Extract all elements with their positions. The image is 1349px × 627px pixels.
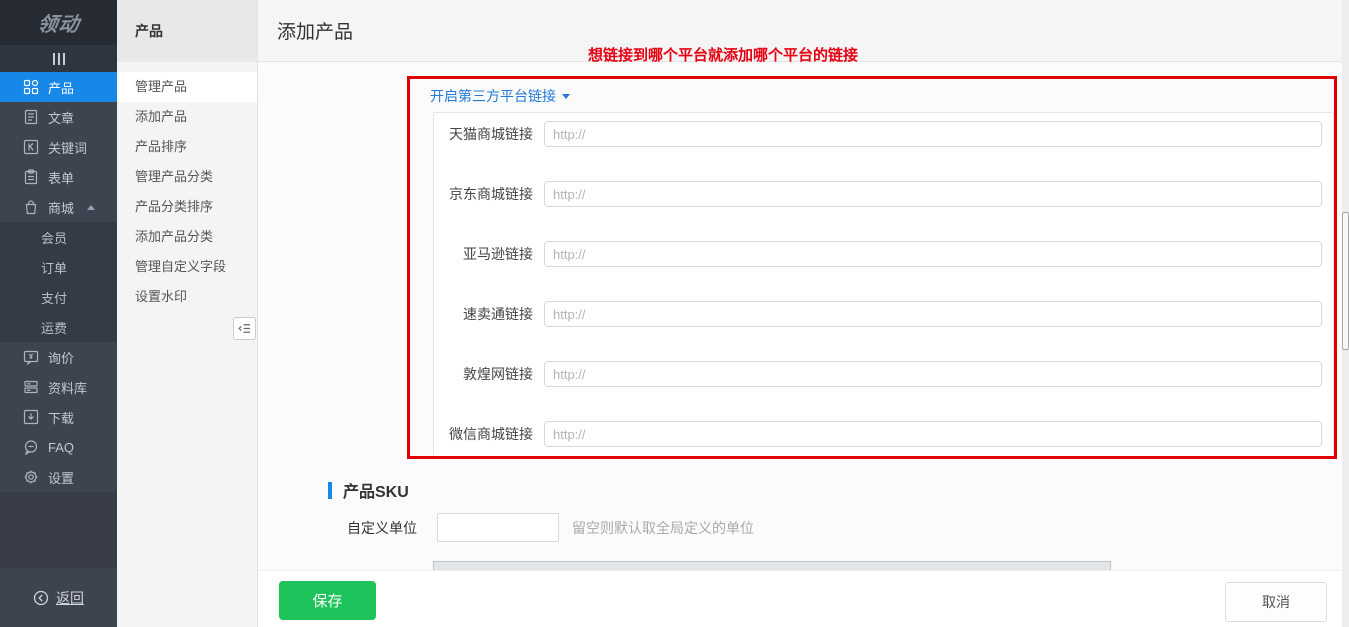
secondary-sidebar: 产品 管理产品 添加产品 产品排序 管理产品分类 产品分类排序 添加产品分类 管… xyxy=(117,0,258,627)
sidebar-subitem-shipping[interactable]: 运费 xyxy=(0,312,117,342)
jd-link-label: 京东商城链接 xyxy=(434,184,533,204)
submenu-item-category-sort[interactable]: 产品分类排序 xyxy=(117,192,257,222)
faq-bubble-icon xyxy=(23,439,39,455)
third-party-links-panel: 天猫商城链接 京东商城链接 亚马逊链接 速卖通链接 敦煌网链接 微信商城链接 xyxy=(433,112,1334,457)
tmall-link-label: 天猫商城链接 xyxy=(434,124,533,144)
sidebar-spacer xyxy=(0,492,117,568)
mall-bag-icon xyxy=(23,199,39,215)
caret-up-icon xyxy=(87,205,95,210)
aliexpress-link-label: 速卖通链接 xyxy=(434,304,533,324)
article-icon xyxy=(23,109,39,125)
logo-text: 领动 xyxy=(35,8,81,37)
caret-down-icon xyxy=(562,94,570,99)
keyword-icon xyxy=(23,139,39,155)
save-button[interactable]: 保存 xyxy=(279,581,376,620)
tmall-link-input[interactable] xyxy=(544,121,1322,147)
collapse-bars-icon xyxy=(53,53,55,65)
sidebar-item-library[interactable]: 资料库 xyxy=(0,372,117,402)
submenu-item-product-sort[interactable]: 产品排序 xyxy=(117,132,257,162)
submenu-item-watermark[interactable]: 设置水印 xyxy=(117,282,257,312)
sidebar-bottom: 返回 xyxy=(0,568,117,627)
back-circle-icon xyxy=(33,590,49,606)
app-logo: 领动 xyxy=(0,0,117,45)
page-scrollbar[interactable] xyxy=(1342,0,1349,627)
action-footer: 保存 取消 xyxy=(258,571,1349,627)
sidebar-item-articles[interactable]: 文章 xyxy=(0,102,117,132)
field-row: 天猫商城链接 xyxy=(434,121,1322,147)
sidebar-item-mall[interactable]: 商城 xyxy=(0,192,117,222)
sidebar-item-label: FAQ xyxy=(48,440,74,455)
wechat-link-label: 微信商城链接 xyxy=(434,424,533,444)
amazon-link-label: 亚马逊链接 xyxy=(434,244,533,264)
sidebar-item-label: 设置 xyxy=(48,468,74,487)
sidebar-item-label: 资料库 xyxy=(48,378,87,397)
wechat-link-input[interactable] xyxy=(544,421,1322,447)
download-icon xyxy=(23,409,39,425)
dhgate-link-label: 敦煌网链接 xyxy=(434,364,533,384)
back-label: 返回 xyxy=(56,588,84,608)
submenu-item-add-category[interactable]: 添加产品分类 xyxy=(117,222,257,252)
gear-icon xyxy=(23,469,39,485)
annotation-text: 想链接到哪个平台就添加哪个平台的链接 xyxy=(588,44,858,65)
sidebar-item-inquiry[interactable]: 询价 xyxy=(0,342,117,372)
custom-unit-hint: 留空则默认取全局定义的单位 xyxy=(572,518,754,538)
submenu-item-custom-fields[interactable]: 管理自定义字段 xyxy=(117,252,257,282)
back-button[interactable]: 返回 xyxy=(33,588,84,608)
primary-sidebar: 领动 产品 文章 关键词 表单 商城 xyxy=(0,0,117,627)
amazon-link-input[interactable] xyxy=(544,241,1322,267)
sidebar-item-label: 表单 xyxy=(48,168,74,187)
sidebar-subitem-payment[interactable]: 支付 xyxy=(0,282,117,312)
main-content: 添加产品 想链接到哪个平台就添加哪个平台的链接 开启第三方平台链接 天猫商城链接… xyxy=(258,0,1349,627)
sidebar-item-label: 下载 xyxy=(48,408,74,427)
outdent-icon xyxy=(237,321,252,336)
submenu-item-manage-products[interactable]: 管理产品 xyxy=(117,72,257,102)
sidebar-item-keywords[interactable]: 关键词 xyxy=(0,132,117,162)
custom-unit-input[interactable] xyxy=(437,513,559,542)
primary-nav: 产品 文章 关键词 表单 商城 会员 订单 支付 xyxy=(0,72,117,492)
field-row: 速卖通链接 xyxy=(434,301,1322,327)
field-row: 微信商城链接 xyxy=(434,421,1322,447)
submenu-title: 产品 xyxy=(117,0,257,62)
sidebar-item-faq[interactable]: FAQ xyxy=(0,432,117,462)
submenu-collapse-button[interactable] xyxy=(233,317,256,340)
form-icon xyxy=(23,169,39,185)
submenu-item-add-product[interactable]: 添加产品 xyxy=(117,102,257,132)
mall-submenu: 会员 订单 支付 运费 xyxy=(0,222,117,342)
submenu-item-manage-categories[interactable]: 管理产品分类 xyxy=(117,162,257,192)
aliexpress-link-input[interactable] xyxy=(544,301,1322,327)
inquiry-bubble-icon xyxy=(23,349,39,365)
sidebar-collapse-toggle[interactable] xyxy=(0,45,117,72)
sidebar-item-products[interactable]: 产品 xyxy=(0,72,117,102)
library-icon xyxy=(23,379,39,395)
third-party-toggle-label: 开启第三方平台链接 xyxy=(430,86,556,106)
sidebar-item-label: 询价 xyxy=(48,348,74,367)
sku-section-header: 产品SKU xyxy=(328,478,409,502)
custom-unit-label: 自定义单位 xyxy=(318,518,417,538)
dhgate-link-input[interactable] xyxy=(544,361,1322,387)
sidebar-subitem-orders[interactable]: 订单 xyxy=(0,252,117,282)
field-row: 敦煌网链接 xyxy=(434,361,1322,387)
jd-link-input[interactable] xyxy=(544,181,1322,207)
sidebar-item-settings[interactable]: 设置 xyxy=(0,462,117,492)
cancel-button[interactable]: 取消 xyxy=(1225,582,1327,622)
sidebar-item-label: 商城 xyxy=(48,198,74,217)
field-row: 亚马逊链接 xyxy=(434,241,1322,267)
custom-unit-row: 自定义单位 留空则默认取全局定义的单位 xyxy=(318,513,754,542)
third-party-toggle[interactable]: 开启第三方平台链接 xyxy=(430,86,570,106)
grid-icon xyxy=(23,79,39,95)
sku-section-title: 产品SKU xyxy=(343,478,409,502)
field-row: 京东商城链接 xyxy=(434,181,1322,207)
submenu-list: 管理产品 添加产品 产品排序 管理产品分类 产品分类排序 添加产品分类 管理自定… xyxy=(117,62,257,312)
scrollbar-thumb[interactable] xyxy=(1342,212,1349,350)
section-accent-bar xyxy=(328,482,332,499)
sidebar-item-label: 产品 xyxy=(48,78,74,97)
sidebar-item-label: 文章 xyxy=(48,108,74,127)
sidebar-item-forms[interactable]: 表单 xyxy=(0,162,117,192)
page-title: 添加产品 xyxy=(277,17,353,44)
sidebar-item-label: 关键词 xyxy=(48,138,87,157)
sidebar-subitem-members[interactable]: 会员 xyxy=(0,222,117,252)
sidebar-item-download[interactable]: 下载 xyxy=(0,402,117,432)
